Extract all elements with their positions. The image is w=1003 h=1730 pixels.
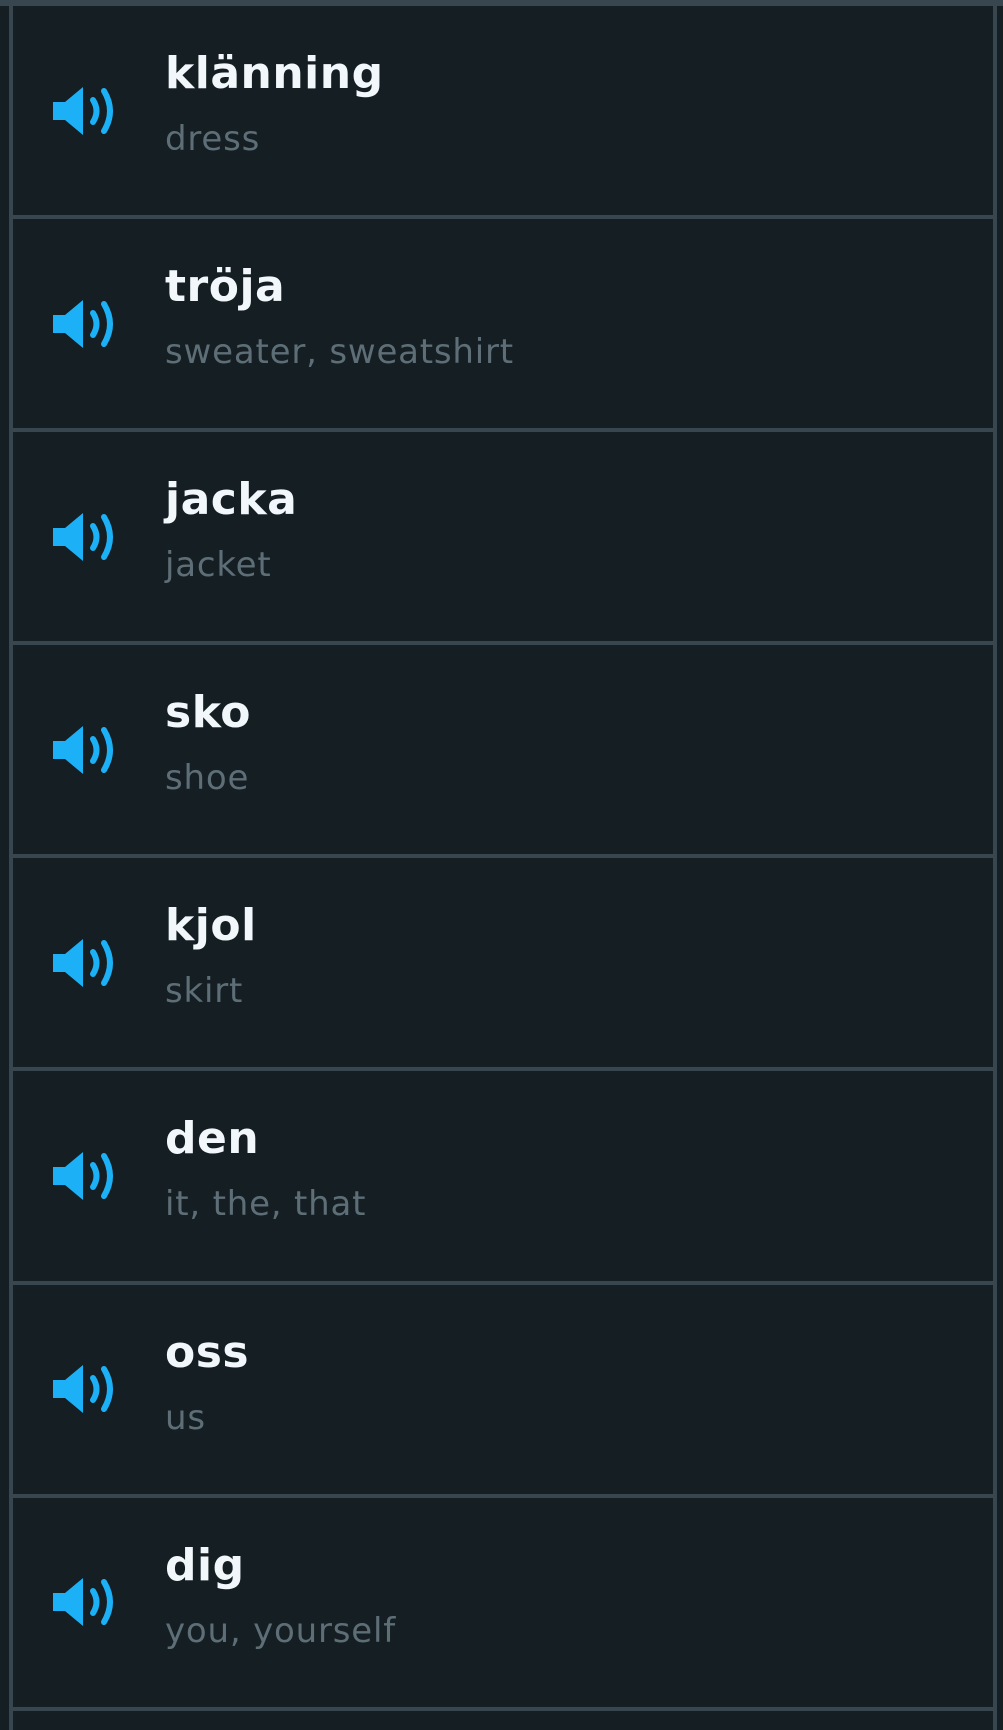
word-meaning: shoe [165,758,250,799]
word-row: kjol skirt [13,858,993,1072]
word-text: jacka [165,474,298,526]
word-text: tröja [165,261,286,313]
word-text: klänning [165,48,384,99]
word-meaning: you, yourself [165,1610,396,1651]
word-row: den it, the, that [13,1071,993,1285]
speaker-icon[interactable] [51,296,121,352]
word-meaning: dress [165,119,261,159]
word-text: kjol [165,900,257,952]
speaker-icon[interactable] [51,722,121,778]
speaker-icon[interactable] [51,1574,121,1630]
word-row: sko shoe [13,645,993,859]
word-row: oss us [13,1285,993,1498]
word-text: sko [165,687,251,739]
speaker-icon[interactable] [51,83,121,139]
word-text: oss [165,1326,250,1378]
speaker-icon[interactable] [51,1148,121,1204]
word-meaning: us [165,1397,206,1438]
word-list: klänning dress tröja sweater, sweatshirt… [9,6,997,1730]
word-text: dig [165,1539,245,1591]
word-meaning: sweater, sweatshirt [165,332,514,373]
word-row: klänning dress [13,6,993,220]
word-row: jacka jacket [13,432,993,646]
word-row: dig you, yourself [13,1498,993,1711]
speaker-icon[interactable] [51,509,121,565]
word-row: tröja sweater, sweatshirt [13,219,993,433]
word-meaning: skirt [165,971,244,1012]
word-meaning: it, the, that [165,1184,367,1225]
word-meaning: jacket [165,545,272,586]
word-text: den [165,1113,260,1165]
speaker-icon[interactable] [51,935,121,991]
speaker-icon[interactable] [51,1361,121,1417]
